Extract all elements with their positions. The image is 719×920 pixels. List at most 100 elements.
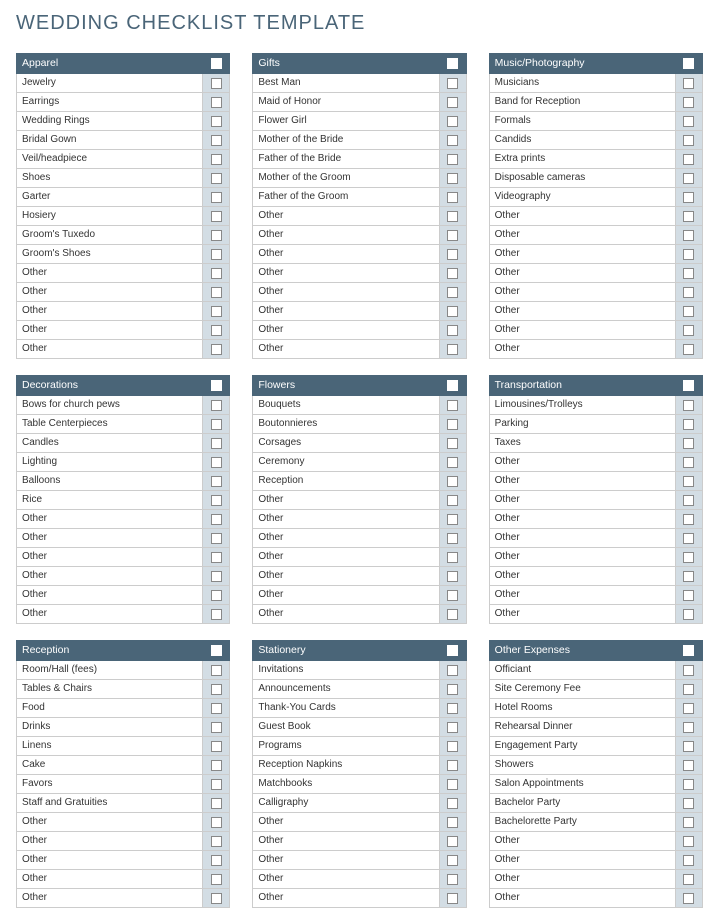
checkbox[interactable] (683, 722, 694, 733)
checkbox[interactable] (683, 173, 694, 184)
checkbox[interactable] (211, 514, 222, 525)
checkbox[interactable] (683, 817, 694, 828)
checkbox[interactable] (447, 533, 458, 544)
checkbox[interactable] (211, 779, 222, 790)
checkbox[interactable] (683, 855, 694, 866)
checkbox[interactable] (447, 438, 458, 449)
checkbox[interactable] (447, 476, 458, 487)
checkbox[interactable] (211, 874, 222, 885)
checkbox[interactable] (211, 855, 222, 866)
checkbox[interactable] (683, 230, 694, 241)
checkbox[interactable] (683, 836, 694, 847)
checkbox[interactable] (447, 514, 458, 525)
checkbox[interactable] (683, 344, 694, 355)
checkbox[interactable] (683, 135, 694, 146)
checkbox[interactable] (447, 58, 458, 69)
checkbox[interactable] (447, 344, 458, 355)
checkbox[interactable] (211, 380, 222, 391)
checkbox[interactable] (447, 287, 458, 298)
checkbox[interactable] (683, 590, 694, 601)
checkbox[interactable] (683, 874, 694, 885)
checkbox[interactable] (211, 78, 222, 89)
checkbox[interactable] (683, 192, 694, 203)
checkbox[interactable] (683, 97, 694, 108)
checkbox[interactable] (683, 476, 694, 487)
checkbox[interactable] (683, 741, 694, 752)
checkbox[interactable] (447, 798, 458, 809)
checkbox[interactable] (447, 457, 458, 468)
checkbox[interactable] (447, 400, 458, 411)
checkbox[interactable] (447, 571, 458, 582)
checkbox[interactable] (447, 135, 458, 146)
checkbox[interactable] (447, 817, 458, 828)
checkbox[interactable] (447, 380, 458, 391)
checkbox[interactable] (447, 116, 458, 127)
checkbox[interactable] (211, 154, 222, 165)
checkbox[interactable] (211, 192, 222, 203)
checkbox[interactable] (683, 325, 694, 336)
checkbox[interactable] (211, 817, 222, 828)
checkbox[interactable] (211, 97, 222, 108)
checkbox[interactable] (447, 665, 458, 676)
checkbox[interactable] (211, 249, 222, 260)
checkbox[interactable] (211, 457, 222, 468)
checkbox[interactable] (683, 249, 694, 260)
checkbox[interactable] (211, 495, 222, 506)
checkbox[interactable] (211, 836, 222, 847)
checkbox[interactable] (211, 268, 222, 279)
checkbox[interactable] (683, 268, 694, 279)
checkbox[interactable] (211, 552, 222, 563)
checkbox[interactable] (683, 533, 694, 544)
checkbox[interactable] (447, 325, 458, 336)
checkbox[interactable] (683, 154, 694, 165)
checkbox[interactable] (211, 741, 222, 752)
checkbox[interactable] (683, 609, 694, 620)
checkbox[interactable] (447, 741, 458, 752)
checkbox[interactable] (447, 836, 458, 847)
checkbox[interactable] (683, 457, 694, 468)
checkbox[interactable] (683, 419, 694, 430)
checkbox[interactable] (447, 874, 458, 885)
checkbox[interactable] (683, 306, 694, 317)
checkbox[interactable] (683, 571, 694, 582)
checkbox[interactable] (447, 684, 458, 695)
checkbox[interactable] (447, 722, 458, 733)
checkbox[interactable] (447, 192, 458, 203)
checkbox[interactable] (683, 760, 694, 771)
checkbox[interactable] (211, 173, 222, 184)
checkbox[interactable] (211, 722, 222, 733)
checkbox[interactable] (447, 590, 458, 601)
checkbox[interactable] (683, 684, 694, 695)
checkbox[interactable] (447, 97, 458, 108)
checkbox[interactable] (683, 211, 694, 222)
checkbox[interactable] (211, 116, 222, 127)
checkbox[interactable] (211, 419, 222, 430)
checkbox[interactable] (211, 533, 222, 544)
checkbox[interactable] (211, 400, 222, 411)
checkbox[interactable] (211, 306, 222, 317)
checkbox[interactable] (683, 78, 694, 89)
checkbox[interactable] (683, 116, 694, 127)
checkbox[interactable] (683, 665, 694, 676)
checkbox[interactable] (211, 609, 222, 620)
checkbox[interactable] (683, 779, 694, 790)
checkbox[interactable] (211, 344, 222, 355)
checkbox[interactable] (211, 58, 222, 69)
checkbox[interactable] (447, 230, 458, 241)
checkbox[interactable] (211, 684, 222, 695)
checkbox[interactable] (683, 400, 694, 411)
checkbox[interactable] (683, 552, 694, 563)
checkbox[interactable] (211, 325, 222, 336)
checkbox[interactable] (683, 438, 694, 449)
checkbox[interactable] (447, 306, 458, 317)
checkbox[interactable] (683, 645, 694, 656)
checkbox[interactable] (211, 893, 222, 904)
checkbox[interactable] (211, 211, 222, 222)
checkbox[interactable] (447, 893, 458, 904)
checkbox[interactable] (447, 419, 458, 430)
checkbox[interactable] (447, 760, 458, 771)
checkbox[interactable] (211, 230, 222, 241)
checkbox[interactable] (683, 514, 694, 525)
checkbox[interactable] (211, 665, 222, 676)
checkbox[interactable] (683, 287, 694, 298)
